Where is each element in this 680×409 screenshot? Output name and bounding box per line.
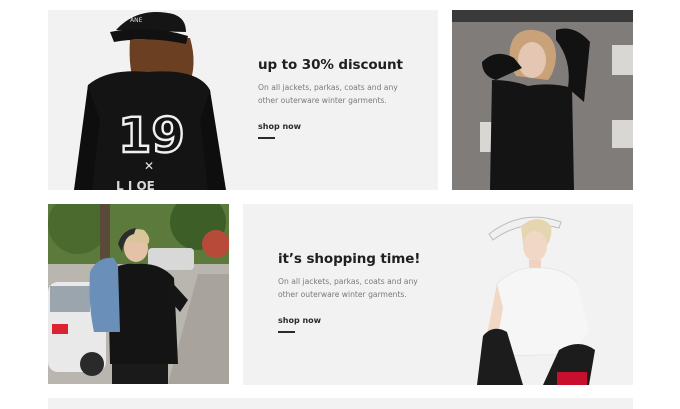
woman-white-visor-photo [477, 216, 595, 385]
photo-tile-denim-jacket[interactable] [48, 204, 229, 384]
jersey-number: 19 [118, 108, 185, 164]
banner2-headline: it’s shopping time! [278, 251, 421, 267]
banner1-headline: up to 30% discount [258, 57, 403, 73]
underline-divider [258, 137, 275, 139]
banner2-shop-now-label: shop now [278, 316, 322, 325]
banner2-description: On all jackets, parkas, coats and any ot… [278, 277, 418, 299]
underline-divider [278, 331, 295, 333]
photo-tile-black-sweater[interactable] [452, 10, 633, 190]
jersey-text: L I OE [116, 179, 155, 190]
banner1-shop-now-link[interactable]: shop now [258, 122, 301, 139]
promo-banner-discount[interactable]: ANE 19 ✕ L I OE up to 30% discount On al… [48, 10, 438, 190]
man-denim-jacket-photo [48, 204, 229, 384]
woman-black-sweater-photo [452, 10, 633, 190]
banner2-shop-now-link[interactable]: shop now [278, 316, 321, 333]
svg-text:✕: ✕ [144, 159, 154, 173]
banner1-description: On all jackets, parkas, coats and any ot… [258, 83, 398, 105]
model-jersey-back-photo: ANE 19 ✕ L I OE [74, 12, 226, 190]
next-banner-strip [48, 398, 633, 409]
svg-text:ANE: ANE [130, 17, 143, 24]
banner1-shop-now-label: shop now [258, 122, 302, 131]
promo-banner-shopping-time[interactable]: it’s shopping time! On all jackets, park… [243, 204, 633, 385]
